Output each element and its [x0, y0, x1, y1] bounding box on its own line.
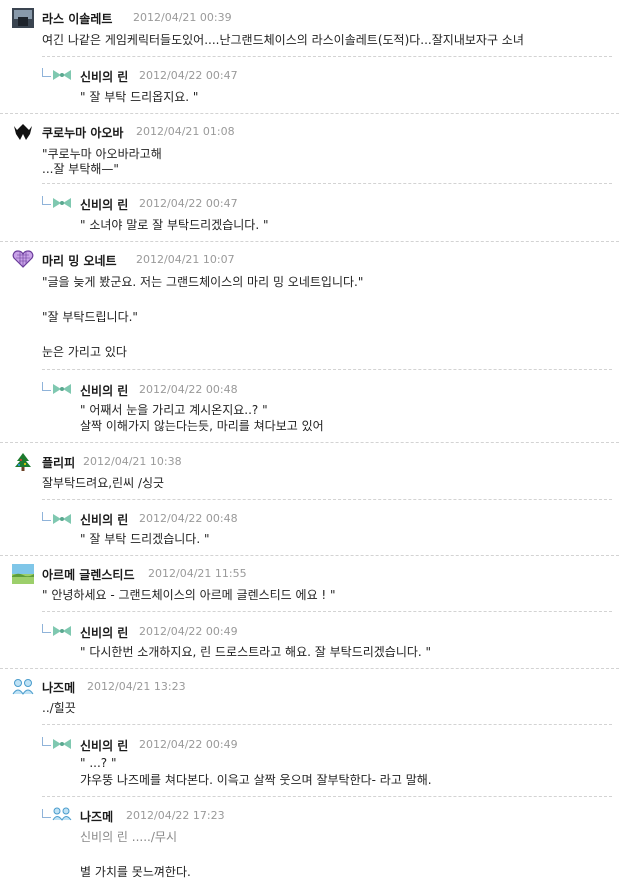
reply-text: " 잘 부탁 드리옵지요. "	[80, 90, 199, 104]
reply-author[interactable]: 나즈메	[80, 808, 113, 825]
reply-arrow-icon	[42, 512, 51, 521]
reply-author[interactable]: 신비의 린	[80, 511, 128, 528]
reply-text: 신비의 린 ...../무시	[80, 830, 177, 844]
reply-date: 2012/04/22 00:48	[139, 383, 238, 396]
comment-author[interactable]: 아르메 글렌스티드	[42, 566, 135, 583]
reply-date: 2012/04/22 00:48	[139, 512, 238, 525]
reply-text: " 어째서 눈을 가리고 계시온지요..? "	[80, 403, 268, 417]
reply-arrow-icon	[42, 737, 51, 746]
landscape-icon[interactable]	[12, 564, 34, 584]
separator	[0, 555, 619, 556]
purple-heart-icon[interactable]	[12, 249, 34, 269]
reply-arrow-icon	[42, 68, 51, 77]
separator	[42, 724, 612, 725]
ribbon-avatar-icon[interactable]	[52, 197, 72, 209]
separator	[0, 241, 619, 242]
reply-text: " ...? "	[80, 756, 117, 770]
blue-figures-icon[interactable]	[52, 806, 72, 822]
separator	[42, 796, 612, 797]
comment-text: 잘부탁드려요,린씨 /싱긋	[42, 476, 165, 490]
ribbon-avatar-icon[interactable]	[52, 69, 72, 81]
ribbon-avatar-icon[interactable]	[52, 625, 72, 637]
christmas-tree-icon[interactable]	[12, 452, 34, 472]
ribbon-avatar-icon[interactable]	[52, 738, 72, 750]
separator	[42, 499, 612, 500]
comment-text: " 안녕하세요 - 그랜드체이스의 아르메 글렌스티드 에요 ! "	[42, 588, 336, 602]
comment-text: ...잘 부탁해—"	[42, 162, 119, 176]
reply-author[interactable]: 신비의 린	[80, 737, 128, 754]
reply-author[interactable]: 신비의 린	[80, 196, 128, 213]
reply-author[interactable]: 신비의 린	[80, 624, 128, 641]
separator	[0, 442, 619, 443]
reply-date: 2012/04/22 17:23	[126, 809, 225, 822]
dark-portrait-icon[interactable]	[12, 8, 34, 28]
reply-arrow-icon	[42, 196, 51, 205]
separator	[42, 369, 612, 370]
reply-arrow-icon	[42, 382, 51, 391]
reply-text: 살짝 이해가지 않는다는듯, 마리를 쳐다보고 있어	[80, 419, 324, 433]
comment-author[interactable]: 나즈메	[42, 679, 75, 696]
comment-text: 여긴 나같은 게임케릭터들도있어....난그랜드체이스의 라스이솔레트(도적)다…	[42, 33, 524, 47]
reply-author[interactable]: 신비의 린	[80, 68, 128, 85]
reply-arrow-icon	[42, 624, 51, 633]
reply-date: 2012/04/22 00:49	[139, 625, 238, 638]
reply-text: 갸우뚱 나즈메를 쳐다본다. 이윽고 살짝 웃으며 잘부탁한다- 라고 말해.	[80, 773, 432, 787]
black-wings-icon[interactable]	[12, 122, 34, 142]
separator	[0, 668, 619, 669]
comment-date: 2012/04/21 01:08	[136, 125, 235, 138]
comment-date: 2012/04/21 10:38	[83, 455, 182, 468]
comment-author[interactable]: 마리 밍 오네트	[42, 252, 117, 269]
comment-text: ../힐끗	[42, 701, 76, 715]
comment-text: 눈은 가리고 있다	[42, 345, 127, 359]
blue-figures-icon[interactable]	[12, 677, 34, 697]
comment-author[interactable]: 라스 이솔레트	[42, 10, 112, 27]
comment-date: 2012/04/21 00:39	[133, 11, 232, 24]
reply-author[interactable]: 신비의 린	[80, 382, 128, 399]
separator	[42, 611, 612, 612]
comment-date: 2012/04/21 13:23	[87, 680, 186, 693]
separator	[0, 113, 619, 114]
reply-date: 2012/04/22 00:47	[139, 69, 238, 82]
reply-arrow-icon	[42, 809, 51, 818]
comment-author[interactable]: 플리피	[42, 454, 75, 471]
reply-text: " 다시한번 소개하지요, 린 드로스트라고 해요. 잘 부탁드리겠습니다. "	[80, 645, 432, 659]
comment-text: "잘 부탁드립니다."	[42, 310, 138, 324]
reply-date: 2012/04/22 00:47	[139, 197, 238, 210]
comment-date: 2012/04/21 11:55	[148, 567, 247, 580]
comment-date: 2012/04/21 10:07	[136, 253, 235, 266]
comment-author[interactable]: 쿠로누마 아오바	[42, 124, 123, 141]
separator	[42, 183, 612, 184]
comment-text: "글을 늦게 봤군요. 저는 그랜드체이스의 마리 밍 오네트입니다."	[42, 275, 364, 289]
ribbon-avatar-icon[interactable]	[52, 383, 72, 395]
reply-date: 2012/04/22 00:49	[139, 738, 238, 751]
ribbon-avatar-icon[interactable]	[52, 513, 72, 525]
reply-text: 별 가치를 못느껴한다.	[80, 865, 191, 879]
separator	[42, 56, 612, 57]
reply-text: " 소녀야 말로 잘 부탁드리겠습니다. "	[80, 218, 269, 232]
reply-text: " 잘 부탁 드리겠습니다. "	[80, 532, 210, 546]
